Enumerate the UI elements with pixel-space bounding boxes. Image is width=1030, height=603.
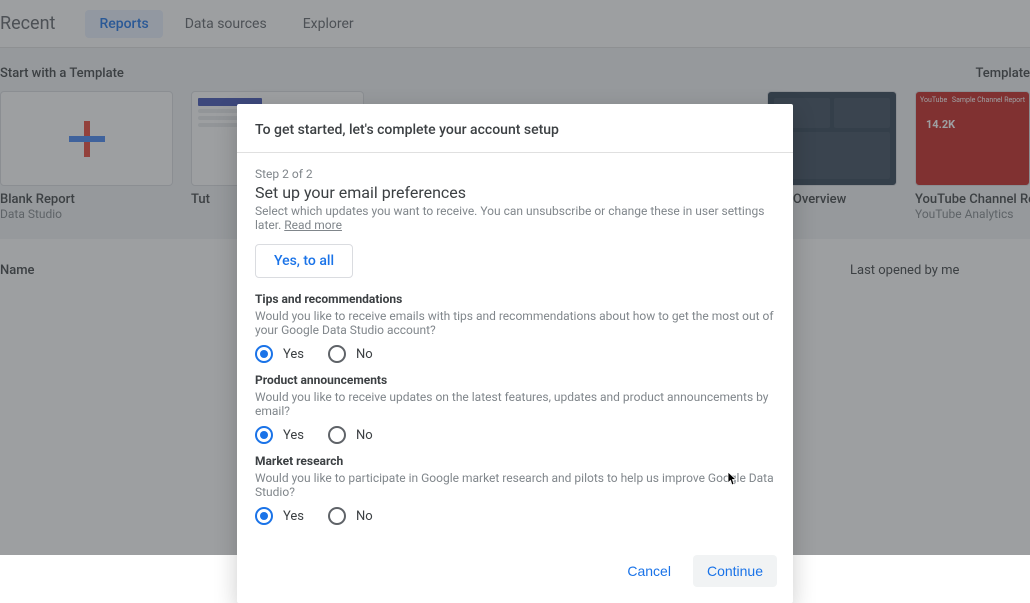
radio-label: No (356, 509, 373, 524)
pref-group-desc: Would you like to participate in Google … (255, 471, 775, 499)
pref-group-title: Product announcements (255, 373, 775, 387)
pref-group-research: Market research Would you like to partic… (255, 454, 775, 525)
read-more-link[interactable]: Read more (284, 218, 342, 232)
email-prefs-heading: Set up your email preferences (255, 183, 775, 202)
radio-label: Yes (283, 347, 304, 362)
pref-group-announcements: Product announcements Would you like to … (255, 373, 775, 444)
modal-footer: Cancel Continue (237, 543, 793, 603)
radio-icon (255, 507, 273, 525)
pref-group-tips: Tips and recommendations Would you like … (255, 292, 775, 363)
radio-icon (255, 345, 273, 363)
radio-yes-announcements[interactable]: Yes (255, 426, 304, 444)
radio-row: Yes No (255, 507, 775, 525)
account-setup-modal: To get started, let's complete your acco… (237, 104, 793, 603)
radio-no-announcements[interactable]: No (328, 426, 373, 444)
pref-group-desc: Would you like to receive emails with ti… (255, 309, 775, 337)
radio-label: Yes (283, 428, 304, 443)
pref-group-desc: Would you like to receive updates on the… (255, 390, 775, 418)
modal-overlay: To get started, let's complete your acco… (0, 0, 1030, 555)
modal-title: To get started, let's complete your acco… (237, 104, 793, 153)
pref-group-title: Tips and recommendations (255, 292, 775, 306)
radio-icon (328, 507, 346, 525)
radio-icon (328, 345, 346, 363)
radio-label: No (356, 347, 373, 362)
step-indicator: Step 2 of 2 (255, 167, 775, 181)
cancel-button[interactable]: Cancel (613, 555, 685, 587)
radio-label: No (356, 428, 373, 443)
yes-to-all-button[interactable]: Yes, to all (255, 244, 353, 278)
radio-icon (328, 426, 346, 444)
email-prefs-description: Select which updates you want to receive… (255, 204, 775, 232)
radio-label: Yes (283, 509, 304, 524)
radio-row: Yes No (255, 345, 775, 363)
radio-no-research[interactable]: No (328, 507, 373, 525)
radio-icon (255, 426, 273, 444)
radio-no-tips[interactable]: No (328, 345, 373, 363)
radio-yes-research[interactable]: Yes (255, 507, 304, 525)
modal-body: Step 2 of 2 Set up your email preference… (237, 153, 793, 543)
radio-row: Yes No (255, 426, 775, 444)
radio-yes-tips[interactable]: Yes (255, 345, 304, 363)
continue-button[interactable]: Continue (693, 555, 777, 587)
pref-group-title: Market research (255, 454, 775, 468)
